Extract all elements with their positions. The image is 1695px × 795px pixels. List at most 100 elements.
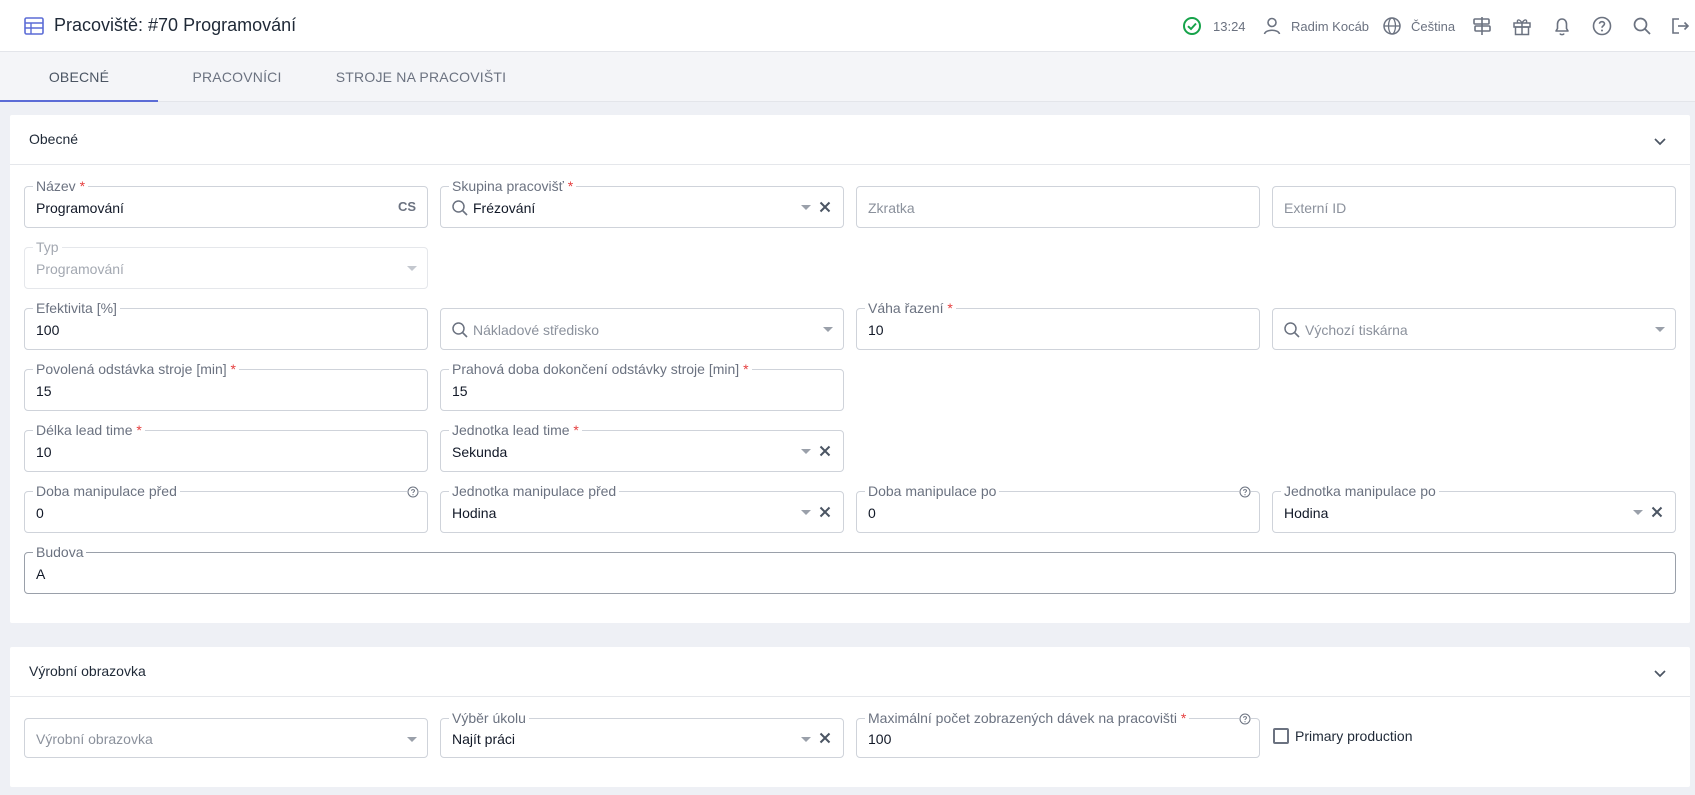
check-circle-icon: [1183, 17, 1201, 35]
caret-down-icon[interactable]: [407, 737, 417, 742]
tab-obecne[interactable]: OBECNÉ: [0, 52, 158, 102]
max-pocet-davek-input[interactable]: Maximální počet zobrazených dávek na pra…: [856, 709, 1260, 758]
nazev-value: Programování: [36, 200, 124, 216]
jedn-manip-pred-label: Jednotka manipulace před: [449, 482, 620, 500]
skupina-label: Skupina pracovišť: [452, 178, 564, 194]
primary-production-checkbox[interactable]: [1273, 728, 1289, 744]
user-icon: [1263, 17, 1281, 35]
clear-icon[interactable]: [816, 503, 834, 521]
clear-icon[interactable]: [816, 729, 834, 747]
jedn-manip-po-value: Hodina: [1284, 505, 1329, 521]
caret-down-icon[interactable]: [801, 449, 811, 454]
odstavka-label: Povolená odstávka stroje [min]: [36, 361, 227, 377]
manip-po-value: 0: [868, 505, 876, 521]
search-icon[interactable]: [1631, 15, 1653, 37]
help-icon[interactable]: [1591, 15, 1613, 37]
jednotka-lead-value: Sekunda: [452, 444, 508, 460]
typ-value: Programování: [36, 261, 124, 277]
jednotka-lead-label: Jednotka lead time: [452, 422, 570, 438]
typ-label: Typ: [33, 238, 62, 256]
nazev-field[interactable]: Název * Programování CS: [24, 177, 428, 228]
externi-id-input[interactable]: Externí ID: [1272, 186, 1676, 228]
povolena-odstavka-input[interactable]: Povolená odstávka stroje [min] * 15: [24, 360, 428, 411]
page-title: Pracoviště: #70 Programování: [54, 15, 297, 35]
clear-icon[interactable]: [816, 198, 834, 216]
vyrobni-obrazovka-select[interactable]: Výrobní obrazovka: [24, 718, 428, 758]
gift-icon[interactable]: [1511, 15, 1533, 37]
search-icon: [1284, 322, 1300, 338]
general-section-title: Obecné: [29, 131, 79, 147]
logout-icon[interactable]: [1669, 15, 1691, 37]
production-screen-section: Výrobní obrazovka Výrobní obrazovka Výbě…: [10, 647, 1690, 787]
top-bar: Pracoviště: #70 Programování 13:24 Radim…: [0, 0, 1695, 52]
delka-value: 10: [36, 444, 52, 460]
budova-input[interactable]: Budova A: [24, 543, 1676, 594]
efektivita-input[interactable]: Efektivita [%] 100: [24, 299, 428, 350]
vyber-value: Najít práci: [452, 731, 516, 747]
production-section-header[interactable]: Výrobní obrazovka: [10, 647, 1690, 697]
help-icon[interactable]: [1239, 713, 1251, 725]
nakladove-stredisko-select[interactable]: Nákladové středisko: [440, 308, 844, 350]
vyrobni-obrazovka-placeholder: Výrobní obrazovka: [36, 731, 153, 747]
jedn-manip-pred-value: Hodina: [452, 505, 497, 521]
efektivita-label: Efektivita [%]: [33, 299, 120, 317]
tab-pracovnici[interactable]: PRACOVNÍCI: [158, 52, 316, 102]
vaha-label: Váha řazení: [868, 300, 944, 316]
jedn-manip-po-label: Jednotka manipulace po: [1281, 482, 1439, 500]
nazev-label: Název: [36, 178, 76, 194]
prahova-label: Prahová doba dokončení odstávky stroje […: [452, 361, 740, 377]
language-menu[interactable]: Čeština: [1381, 14, 1455, 38]
jednotka-manipulace-pred-select[interactable]: Jednotka manipulace před Hodina: [440, 482, 844, 533]
caret-down-icon[interactable]: [801, 205, 811, 210]
skupina-value: Frézování: [473, 200, 536, 216]
chevron-down-icon[interactable]: [1652, 133, 1668, 149]
jednotka-manipulace-po-select[interactable]: Jednotka manipulace po Hodina: [1272, 482, 1676, 533]
sync-status: 13:24: [1181, 14, 1246, 38]
typ-select: Typ Programování: [24, 238, 428, 289]
clear-icon[interactable]: [1648, 503, 1666, 521]
doba-manipulace-po-input[interactable]: Doba manipulace po 0: [856, 482, 1260, 533]
zkratka-placeholder: Zkratka: [868, 200, 915, 216]
prahova-doba-input[interactable]: Prahová doba dokončení odstávky stroje […: [440, 360, 844, 411]
primary-production-label[interactable]: Primary production: [1295, 728, 1413, 744]
caret-down-icon: [407, 266, 417, 271]
user-menu[interactable]: Radim Kocáb: [1261, 14, 1369, 38]
vyber-ukolu-select[interactable]: Výběr úkolu Najít práci: [440, 709, 844, 758]
bell-icon[interactable]: [1551, 15, 1573, 37]
caret-down-icon[interactable]: [801, 737, 811, 742]
nakladove-placeholder: Nákladové středisko: [473, 322, 600, 338]
max-davek-value: 100: [868, 731, 892, 747]
vychozi-tiskarna-select[interactable]: Výchozí tiskárna: [1272, 308, 1676, 350]
budova-label: Budova: [33, 543, 87, 561]
general-section: Obecné Název * Programování CS Skupina p…: [10, 115, 1690, 623]
signpost-icon[interactable]: [1471, 15, 1493, 37]
skupina-pracovist-select[interactable]: Skupina pracovišť * Frézování: [440, 177, 844, 228]
chevron-down-icon[interactable]: [1652, 665, 1668, 681]
tab-bar: OBECNÉ PRACOVNÍCI STROJE NA PRACOVIŠTI: [0, 52, 1695, 102]
language-code[interactable]: CS: [398, 199, 416, 214]
efektivita-value: 100: [36, 322, 60, 338]
help-icon[interactable]: [407, 486, 419, 498]
zkratka-input[interactable]: Zkratka: [856, 186, 1260, 228]
tab-stroje[interactable]: STROJE NA PRACOVIŠTI: [316, 52, 526, 102]
max-davek-label: Maximální počet zobrazených dávek na pra…: [868, 710, 1177, 726]
clear-icon[interactable]: [816, 442, 834, 460]
tiskarna-placeholder: Výchozí tiskárna: [1305, 322, 1408, 338]
delka-lead-time-input[interactable]: Délka lead time * 10: [24, 421, 428, 472]
manip-po-label: Doba manipulace po: [865, 482, 1000, 500]
caret-down-icon[interactable]: [823, 327, 833, 332]
help-icon[interactable]: [1239, 486, 1251, 498]
search-icon: [452, 322, 468, 338]
general-section-header[interactable]: Obecné: [10, 115, 1690, 165]
globe-icon: [1383, 17, 1401, 35]
caret-down-icon[interactable]: [801, 510, 811, 515]
vaha-value: 10: [868, 322, 884, 338]
manip-pred-value: 0: [36, 505, 44, 521]
vaha-razeni-input[interactable]: Váha řazení * 10: [856, 299, 1260, 350]
caret-down-icon[interactable]: [1655, 327, 1665, 332]
doba-manipulace-pred-input[interactable]: Doba manipulace před 0: [24, 482, 428, 533]
table-icon: [24, 17, 44, 35]
jednotka-lead-time-select[interactable]: Jednotka lead time * Sekunda: [440, 421, 844, 472]
delka-label: Délka lead time: [36, 422, 133, 438]
caret-down-icon[interactable]: [1633, 510, 1643, 515]
